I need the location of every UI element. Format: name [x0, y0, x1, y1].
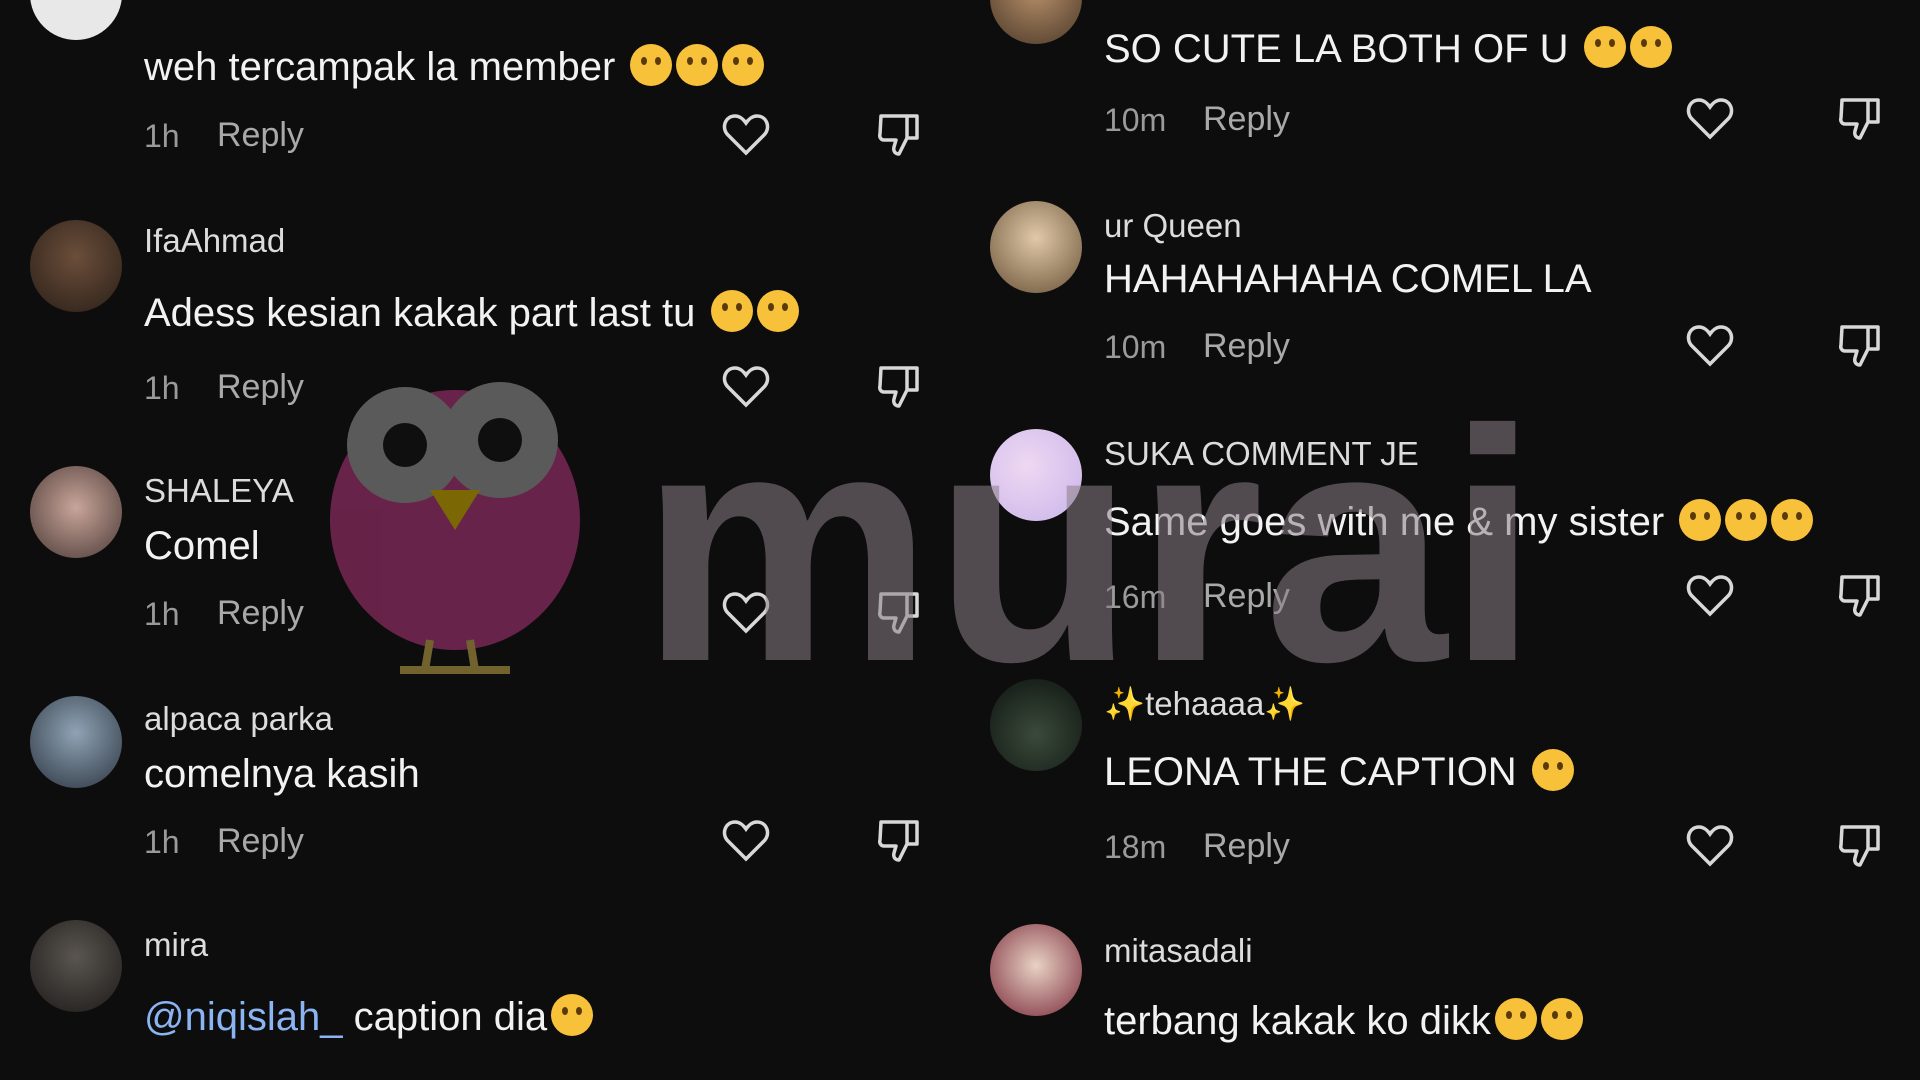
comment-time: 1h: [144, 118, 180, 154]
comments-column-left: weh tercampak la member 1h Reply IfaAhma…: [0, 0, 960, 1080]
heart-icon[interactable]: [722, 112, 770, 156]
reply-button[interactable]: Reply: [1203, 327, 1290, 366]
reply-button[interactable]: Reply: [217, 368, 304, 407]
comment-text: Adess kesian kakak part last tu: [144, 290, 799, 336]
comment-item: SUKA COMMENT JE Same goes with me & my s…: [960, 425, 1920, 645]
sweat-smile-emoji: [710, 290, 753, 332]
comment-item: SO CUTE LA BOTH OF U 10m Reply: [960, 0, 1920, 180]
melting-face-emoji: [676, 44, 719, 86]
avatar[interactable]: [990, 679, 1082, 771]
comment-item: ✨tehaaaa✨ LEONA THE CAPTION 18m Reply: [960, 675, 1920, 895]
comment-username[interactable]: SHALEYA: [144, 472, 294, 510]
comment-text: LEONA THE CAPTION: [1104, 749, 1574, 795]
pleading-face-emoji: [630, 44, 673, 86]
comment-item: alpaca parka comelnya kasih 1h Reply: [0, 680, 960, 890]
avatar[interactable]: [990, 0, 1082, 44]
rofl-emoji: [722, 44, 765, 86]
comment-text: @niqislah_ caption dia: [144, 994, 594, 1040]
avatar[interactable]: [30, 696, 122, 788]
reply-button[interactable]: Reply: [1203, 100, 1290, 139]
rofl-emoji: [1494, 998, 1537, 1040]
comment-username[interactable]: ur Queen: [1104, 207, 1242, 245]
comment-username[interactable]: mitasadali: [1104, 932, 1253, 970]
heart-icon[interactable]: [1686, 323, 1734, 367]
comments-column-right: SO CUTE LA BOTH OF U 10m Reply ur Queen …: [960, 0, 1920, 1080]
comment-item: SHALEYA Comel 1h Reply: [0, 450, 960, 660]
comment-time: 16m: [1104, 579, 1167, 615]
comment-username[interactable]: SUKA COMMENT JE: [1104, 435, 1419, 473]
rofl-emoji: [1540, 998, 1583, 1040]
heart-icon[interactable]: [722, 364, 770, 408]
thumbs-down-icon[interactable]: [1836, 94, 1884, 142]
avatar[interactable]: [990, 924, 1082, 1016]
comment-time: 1h: [144, 596, 180, 632]
reply-button[interactable]: Reply: [217, 594, 304, 633]
heart-icon[interactable]: [1686, 573, 1734, 617]
comment-time: 1h: [144, 824, 180, 860]
thumbs-down-icon[interactable]: [875, 362, 923, 410]
comment-username[interactable]: alpaca parka: [144, 700, 333, 738]
comment-text: Same goes with me & my sister: [1104, 499, 1814, 545]
reply-button[interactable]: Reply: [217, 116, 304, 155]
thumbs-down-icon[interactable]: [1836, 821, 1884, 869]
thumbs-down-icon[interactable]: [875, 110, 923, 158]
comment-text: SO CUTE LA BOTH OF U: [1104, 26, 1672, 72]
comment-text: weh tercampak la member: [144, 44, 765, 90]
comment-time: 10m: [1104, 102, 1167, 138]
avatar[interactable]: [30, 466, 122, 558]
comment-text: comelnya kasih: [144, 752, 420, 796]
reply-button[interactable]: Reply: [1203, 827, 1290, 866]
joy-emoji: [756, 290, 799, 332]
reply-button[interactable]: Reply: [217, 822, 304, 861]
reply-button[interactable]: Reply: [1203, 577, 1290, 616]
comment-item: weh tercampak la member 1h Reply: [0, 0, 960, 190]
thumbs-down-icon[interactable]: [1836, 321, 1884, 369]
sweat-smile-emoji: [1725, 499, 1768, 541]
comment-time: 1h: [144, 370, 180, 406]
joy-emoji: [1679, 499, 1722, 541]
avatar[interactable]: [990, 429, 1082, 521]
heart-hands-emoji: [1629, 26, 1672, 68]
thumbs-down-icon[interactable]: [875, 816, 923, 864]
mention-link[interactable]: @niqislah_: [144, 995, 343, 1039]
heart-icon[interactable]: [1686, 823, 1734, 867]
comment-username[interactable]: IfaAhmad: [144, 222, 285, 260]
loudly-crying-emoji: [551, 994, 594, 1036]
comment-time: 10m: [1104, 329, 1167, 365]
heart-icon[interactable]: [1686, 96, 1734, 140]
avatar[interactable]: [30, 920, 122, 1012]
joy-emoji: [1771, 499, 1814, 541]
comment-item: IfaAhmad Adess kesian kakak part last tu…: [0, 200, 960, 420]
tired-face-emoji: [1583, 26, 1626, 68]
comment-item: mira @niqislah_ caption dia: [0, 910, 960, 1080]
comment-text: Comel: [144, 524, 260, 568]
comment-text: HAHAHAHAHA COMEL LA: [1104, 257, 1592, 301]
comment-item: ur Queen HAHAHAHAHA COMEL LA 10m Reply: [960, 195, 1920, 405]
thumbs-down-icon[interactable]: [875, 588, 923, 636]
thumbs-down-icon[interactable]: [1836, 571, 1884, 619]
comment-username[interactable]: mira: [144, 926, 208, 964]
comment-text: terbang kakak ko dikk: [1104, 998, 1583, 1044]
avatar[interactable]: [990, 201, 1082, 293]
heart-icon[interactable]: [722, 590, 770, 634]
comment-username[interactable]: ✨tehaaaa✨: [1104, 685, 1305, 724]
avatar[interactable]: [30, 0, 122, 40]
comment-item: mitasadali terbang kakak ko dikk: [960, 920, 1920, 1080]
loudly-crying-emoji: [1531, 749, 1574, 791]
avatar[interactable]: [30, 220, 122, 312]
comment-time: 18m: [1104, 829, 1167, 865]
heart-icon[interactable]: [722, 818, 770, 862]
